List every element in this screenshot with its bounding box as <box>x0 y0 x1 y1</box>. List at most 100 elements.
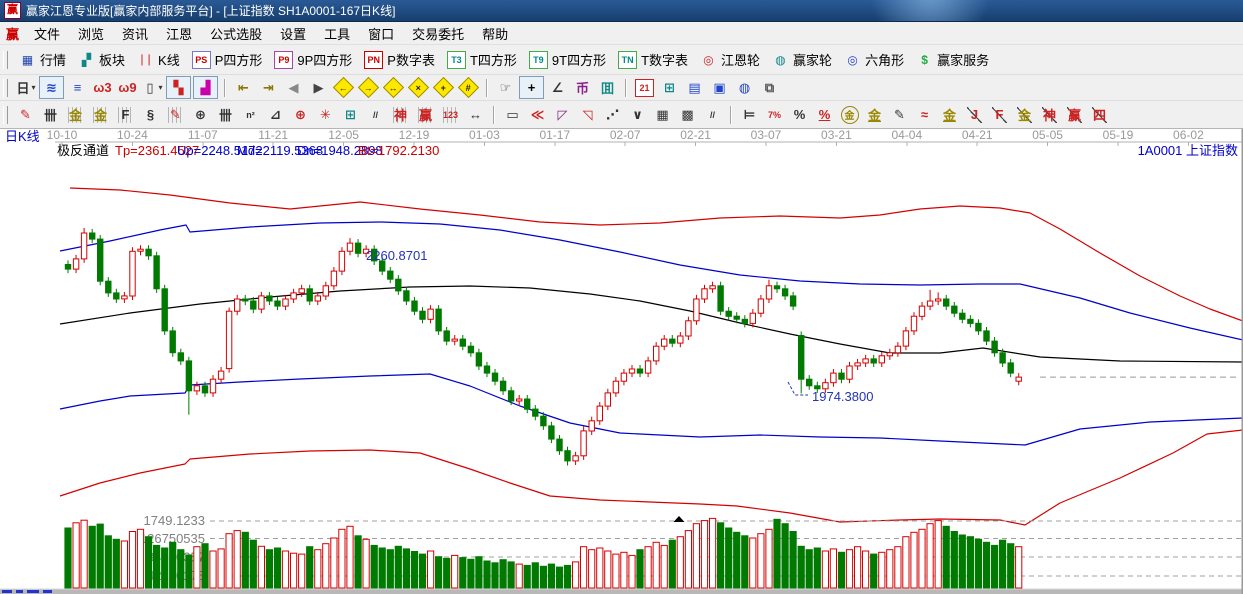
tool-gold-line[interactable]: 金 <box>863 104 886 125</box>
tool-zoom-h-diamond[interactable]: ↔ <box>382 76 405 99</box>
tool-wave-3[interactable]: ω3 <box>91 77 114 98</box>
tool-notes[interactable]: ▤ <box>683 77 706 98</box>
toolbar-button-gann-wheel[interactable]: ◎ 江恩轮 <box>694 48 766 71</box>
toolbar-button-t-square[interactable]: T3 T四方形 <box>441 48 523 71</box>
kline-chart-svg[interactable]: 10-10 10-24 11-07 11-21 12-05 12-19 01-03 01-17… <box>0 128 1243 594</box>
tool-calendar[interactable]: 21 <box>633 77 656 98</box>
tool-grid-dense[interactable]: ▦ <box>651 104 674 125</box>
tool-wave-9[interactable]: ω9 <box>116 77 139 98</box>
tool-gann-circle[interactable]: ⊕ <box>189 104 212 125</box>
tool-trend-angles[interactable]: ⋰ <box>601 104 624 125</box>
tool-fan-box-purple[interactable]: ◸ <box>551 104 574 125</box>
tool-brush-grid[interactable]: ✎ <box>164 104 187 125</box>
tool-angle-mirror[interactable]: ⊿ <box>264 104 287 125</box>
toolbar-grip[interactable] <box>3 78 8 97</box>
toolbar-button-p-number-table[interactable]: PN P数字表 <box>358 48 441 71</box>
tool-zoom-plus-diamond[interactable]: + <box>432 76 455 99</box>
tool-f-slope[interactable]: F <box>988 104 1011 125</box>
chart-area[interactable]: 10-10 10-24 11-07 11-21 12-05 12-19 01-03 01-17… <box>0 128 1243 594</box>
tool-parallel-slash[interactable]: // <box>701 104 724 125</box>
tool-info-document[interactable]: ≡ <box>66 77 89 98</box>
tool-gold-grid-2[interactable]: 金 <box>89 104 112 125</box>
tool-percent-line[interactable]: % <box>813 104 836 125</box>
tool-crosshair-tool[interactable]: + <box>519 76 544 99</box>
tool-last-bar[interactable]: ⇥ <box>257 77 280 98</box>
tool-price-ladder[interactable]: ⊨ <box>738 104 761 125</box>
tool-percent[interactable]: % <box>788 104 811 125</box>
menu-item-文件[interactable]: 文件 <box>25 22 69 44</box>
tool-gold-line-2[interactable]: 金 <box>938 104 961 125</box>
tool-next-bar[interactable]: ▶ <box>307 77 330 98</box>
tool-shen-grid[interactable]: 神 <box>389 104 412 125</box>
tool-grid-dense-2[interactable]: ▩ <box>676 104 699 125</box>
tool-circle-cross[interactable]: ⊕ <box>289 104 312 125</box>
tool-brush-red[interactable]: ✎ <box>14 104 37 125</box>
tool-spiral-tool[interactable]: § <box>139 104 162 125</box>
tool-period-selector[interactable]: 日 ▾ <box>14 77 37 98</box>
tool-ying-slope[interactable]: 赢 <box>1063 104 1086 125</box>
symbol-label[interactable]: 1A0001 上证指数 <box>1138 143 1238 158</box>
tool-save[interactable]: ▣ <box>708 77 731 98</box>
tool-prev-bar[interactable]: ◀ <box>282 77 305 98</box>
tool-volume-histogram[interactable]: ▟ <box>193 76 218 99</box>
toolbar-button-9t-square[interactable]: T9 9T四方形 <box>523 48 612 71</box>
tool-box-star[interactable]: ⊞ <box>339 104 362 125</box>
menu-item-帮助[interactable]: 帮助 <box>473 22 517 44</box>
tool-star-grid[interactable]: ✳ <box>314 104 337 125</box>
toolbar-button-t-number-table[interactable]: TN T数字表 <box>612 48 694 71</box>
tool-fan-box-red[interactable]: ◹ <box>576 104 599 125</box>
window-titlebar[interactable]: 赢 赢家江恩专业版[赢家内部服务平台] - [上证指数 SH1A0001-167… <box>0 0 1243 22</box>
tool-grid-comb[interactable]: 卌 <box>39 104 62 125</box>
tool-wave-line[interactable]: ≈ <box>913 104 936 125</box>
tool-pattern-tool-teal[interactable]: 囬 <box>596 77 619 98</box>
tool-zoom-left-diamond[interactable]: ← <box>332 76 355 99</box>
tool-fan-lines-red[interactable]: ≪ <box>526 104 549 125</box>
toolbar-button-p-square[interactable]: PS P四方形 <box>186 48 269 71</box>
tool-percent-angle[interactable]: 7% <box>763 104 786 125</box>
tool-grid-comb-2[interactable]: 卌 <box>214 104 237 125</box>
tool-gold-grid-1[interactable]: 金 <box>64 104 87 125</box>
toolbar-button-winner-wheel[interactable]: ◍ 赢家轮 <box>766 48 838 71</box>
menu-item-公式选股[interactable]: 公式选股 <box>201 22 271 44</box>
tool-zoom-x-diamond[interactable]: × <box>407 76 430 99</box>
tool-hand-tool[interactable]: ☞ <box>494 77 517 98</box>
menu-item-交易委托[interactable]: 交易委托 <box>403 22 473 44</box>
tool-f-grid[interactable]: F <box>114 104 137 125</box>
tool-shen-slope[interactable]: 神 <box>1038 104 1061 125</box>
tool-zoom-grid-diamond[interactable]: # <box>457 76 480 99</box>
menu-item-窗口[interactable]: 窗口 <box>359 22 403 44</box>
tool-j-slope[interactable]: J <box>963 104 986 125</box>
menu-item-江恩[interactable]: 江恩 <box>157 22 201 44</box>
tool-zoom-right-diamond[interactable]: → <box>357 76 380 99</box>
tool-compress-kline[interactable]: ≋ <box>39 76 64 99</box>
tool-gann-tool-purple[interactable]: 币 <box>571 77 594 98</box>
toolbar-button-9p-square[interactable]: P9 9P四方形 <box>268 48 358 71</box>
tool-ruler-123[interactable]: 123 <box>439 104 462 125</box>
tool-ying-grid[interactable]: 赢 <box>414 104 437 125</box>
toolbar-grip[interactable] <box>3 105 8 124</box>
menu-item-资讯[interactable]: 资讯 <box>113 22 157 44</box>
tool-candle-style[interactable]: ▯ ▾ <box>141 77 164 98</box>
menu-item-工具[interactable]: 工具 <box>315 22 359 44</box>
toolbar-button-quotes[interactable]: ▦ 行情 <box>13 48 72 71</box>
tool-box-select[interactable]: ▭ <box>501 104 524 125</box>
tool-gold-slope[interactable]: 金 <box>1013 104 1036 125</box>
tool-n-squared[interactable]: n² <box>239 104 262 125</box>
tool-calculator[interactable]: ⊞ <box>658 77 681 98</box>
menu-item-设置[interactable]: 设置 <box>271 22 315 44</box>
tool-ink-pen[interactable]: ✎ <box>888 104 911 125</box>
menu-item-浏览[interactable]: 浏览 <box>69 22 113 44</box>
tool-workstation[interactable]: ⧉ <box>758 77 781 98</box>
tool-angle-measure[interactable]: ∠ <box>546 77 569 98</box>
tool-first-bar[interactable]: ⇤ <box>232 77 255 98</box>
tool-v-bottom[interactable]: ∨ <box>626 104 649 125</box>
tool-si-slope[interactable]: 四 <box>1088 104 1111 125</box>
toolbar-button-hexagon[interactable]: ◎ 六角形 <box>838 48 910 71</box>
toolbar-grip[interactable] <box>3 50 8 69</box>
tool-pattern-red[interactable]: ▚ <box>166 76 191 99</box>
tool-export-globe[interactable]: ◍ <box>733 77 756 98</box>
tool-span-arrows[interactable]: ↔ <box>464 104 487 125</box>
toolbar-button-winner-service[interactable]: $ 赢家服务 <box>910 48 995 71</box>
tool-gold-circle[interactable]: 金 <box>838 104 861 125</box>
tool-pair-lines[interactable]: // <box>364 104 387 125</box>
